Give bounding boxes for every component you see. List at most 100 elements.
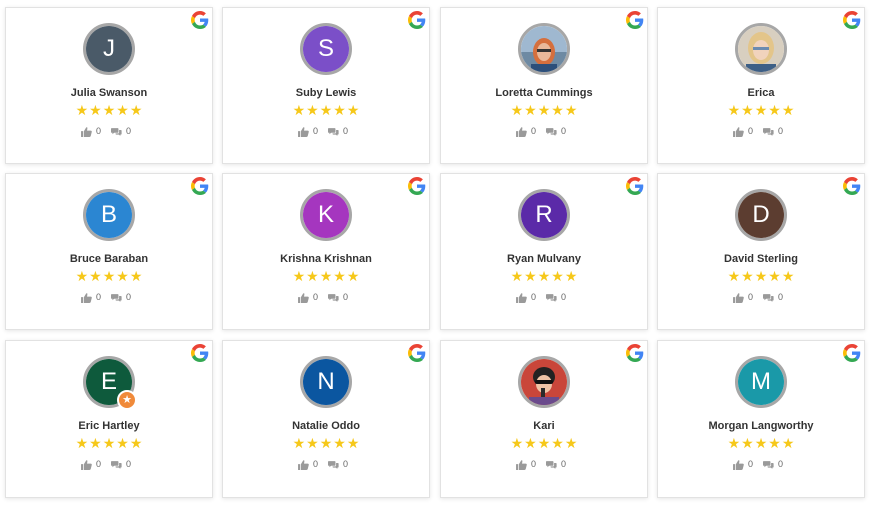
- review-card[interactable]: Kari ★★★★★ 0 0: [440, 340, 648, 498]
- thumbs-up-icon[interactable]: [298, 126, 309, 137]
- review-grid: J Julia Swanson ★★★★★ 0 0 S Suby Lewis ★…: [0, 0, 874, 506]
- star-icon: ★: [75, 268, 89, 284]
- reviewer-name[interactable]: David Sterling: [658, 253, 864, 265]
- star-icon: ★: [510, 268, 524, 284]
- reviewer-name[interactable]: Kari: [441, 420, 647, 432]
- reviewer-name[interactable]: Natalie Oddo: [223, 420, 429, 432]
- review-card[interactable]: M Morgan Langworthy ★★★★★ 0 0: [657, 340, 865, 498]
- like-count: 0: [312, 459, 318, 470]
- star-rating: ★★★★★: [223, 435, 429, 451]
- star-icon: ★: [102, 102, 116, 118]
- thumbs-up-icon[interactable]: [516, 126, 527, 137]
- comment-icon[interactable]: [111, 459, 122, 470]
- thumbs-up-icon[interactable]: [81, 459, 92, 470]
- review-card[interactable]: D David Sterling ★★★★★ 0 0: [657, 173, 865, 330]
- google-icon: [408, 344, 426, 362]
- star-rating: ★★★★★: [223, 102, 429, 118]
- avatar[interactable]: [518, 356, 570, 408]
- google-icon: [843, 177, 861, 195]
- review-card[interactable]: J Julia Swanson ★★★★★ 0 0: [5, 7, 213, 164]
- star-icon: ★: [116, 268, 129, 284]
- thumbs-up-icon[interactable]: [733, 292, 744, 303]
- avatar-initial: S: [303, 26, 349, 72]
- reviewer-name[interactable]: Suby Lewis: [223, 87, 429, 99]
- comment-icon[interactable]: [111, 292, 122, 303]
- star-rating: ★★★★★: [441, 435, 647, 451]
- avatar[interactable]: R: [518, 189, 570, 241]
- review-card[interactable]: Erica ★★★★★ 0 0: [657, 7, 865, 164]
- comment-icon[interactable]: [763, 292, 774, 303]
- review-card[interactable]: K Krishna Krishnan ★★★★★ 0 0: [222, 173, 430, 330]
- comment-icon[interactable]: [763, 126, 774, 137]
- avatar-initial: M: [738, 359, 784, 405]
- thumbs-up-icon[interactable]: [516, 459, 527, 470]
- reviewer-name[interactable]: Eric Hartley: [6, 420, 212, 432]
- comment-count: 0: [343, 459, 349, 470]
- review-card[interactable]: N Natalie Oddo ★★★★★ 0 0: [222, 340, 430, 498]
- star-icon: ★: [319, 268, 333, 284]
- star-rating: ★★★★★: [658, 268, 864, 284]
- reviewer-name[interactable]: Morgan Langworthy: [658, 420, 864, 432]
- star-icon: ★: [551, 102, 564, 118]
- thumbs-up-icon[interactable]: [733, 126, 744, 137]
- avatar[interactable]: N: [300, 356, 352, 408]
- reviewer-name[interactable]: Julia Swanson: [6, 87, 212, 99]
- star-icon: ★: [524, 268, 537, 284]
- comment-icon[interactable]: [546, 292, 557, 303]
- like-count: 0: [312, 126, 318, 137]
- avatar[interactable]: [518, 23, 570, 75]
- avatar-initial: N: [303, 359, 349, 405]
- avatar[interactable]: J: [83, 23, 135, 75]
- avatar[interactable]: E ★: [83, 356, 137, 410]
- avatar[interactable]: B: [83, 189, 135, 241]
- comment-icon[interactable]: [763, 459, 774, 470]
- thumbs-up-icon[interactable]: [81, 292, 92, 303]
- local-guide-badge-icon: ★: [117, 390, 137, 410]
- review-card[interactable]: B Bruce Baraban ★★★★★ 0 0: [5, 173, 213, 330]
- like-count: 0: [747, 292, 753, 303]
- comment-icon[interactable]: [328, 126, 339, 137]
- star-icon: ★: [551, 268, 564, 284]
- review-card[interactable]: S Suby Lewis ★★★★★ 0 0: [222, 7, 430, 164]
- thumbs-up-icon[interactable]: [298, 459, 309, 470]
- comment-count: 0: [343, 126, 349, 137]
- star-rating: ★★★★★: [6, 435, 212, 451]
- star-icon: ★: [524, 435, 537, 451]
- avatar[interactable]: [735, 23, 787, 75]
- review-actions: 0 0: [6, 292, 212, 303]
- comment-icon[interactable]: [111, 126, 122, 137]
- review-card[interactable]: Loretta Cummings ★★★★★ 0 0: [440, 7, 648, 164]
- avatar[interactable]: S: [300, 23, 352, 75]
- avatar-photo: [521, 359, 567, 405]
- comment-icon[interactable]: [328, 459, 339, 470]
- review-card[interactable]: E ★ Eric Hartley ★★★★★ 0 0: [5, 340, 213, 498]
- star-icon: ★: [292, 435, 306, 451]
- comment-count: 0: [778, 459, 784, 470]
- comment-icon[interactable]: [546, 126, 557, 137]
- comment-icon[interactable]: [328, 292, 339, 303]
- star-icon: ★: [116, 102, 129, 118]
- comment-icon[interactable]: [546, 459, 557, 470]
- reviewer-name[interactable]: Erica: [658, 87, 864, 99]
- reviewer-name[interactable]: Ryan Mulvany: [441, 253, 647, 265]
- review-card[interactable]: R Ryan Mulvany ★★★★★ 0 0: [440, 173, 648, 330]
- reviewer-name[interactable]: Loretta Cummings: [441, 87, 647, 99]
- thumbs-up-icon[interactable]: [516, 292, 527, 303]
- star-icon: ★: [346, 102, 360, 118]
- avatar[interactable]: K: [300, 189, 352, 241]
- review-actions: 0 0: [441, 126, 647, 137]
- star-icon: ★: [727, 102, 741, 118]
- thumbs-up-icon[interactable]: [298, 292, 309, 303]
- avatar-initial: D: [738, 192, 784, 238]
- avatar[interactable]: D: [735, 189, 787, 241]
- reviewer-name[interactable]: Bruce Baraban: [6, 253, 212, 265]
- star-icon: ★: [768, 102, 781, 118]
- star-rating: ★★★★★: [658, 102, 864, 118]
- thumbs-up-icon[interactable]: [733, 459, 744, 470]
- avatar[interactable]: M: [735, 356, 787, 408]
- comment-count: 0: [126, 126, 132, 137]
- comment-count: 0: [561, 292, 567, 303]
- star-icon: ★: [129, 102, 143, 118]
- thumbs-up-icon[interactable]: [81, 126, 92, 137]
- reviewer-name[interactable]: Krishna Krishnan: [223, 253, 429, 265]
